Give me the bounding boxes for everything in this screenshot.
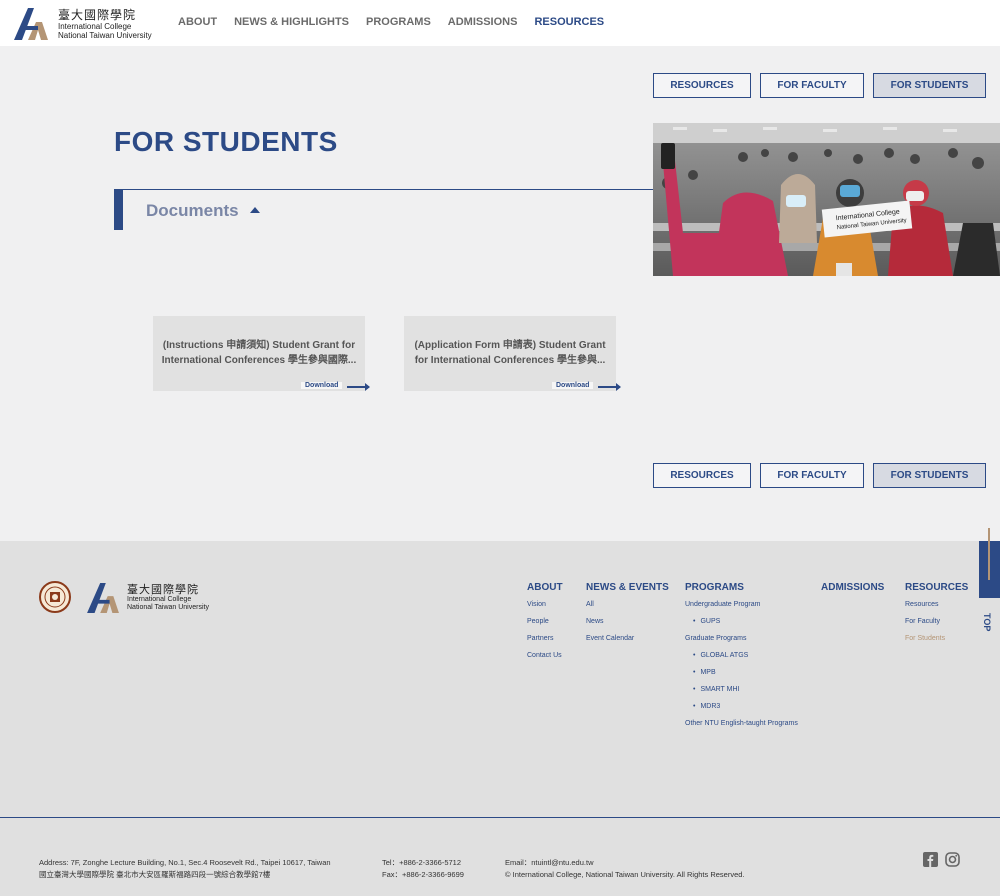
- tel: Tel：+886-2-3366-5712: [382, 858, 462, 867]
- address-en: Address: 7F, Zonghe Lecture Building, No…: [39, 858, 331, 867]
- address-cn: 國立臺灣大學國際學院 臺北市大安區羅斯福路四段一號綜合教學館7樓: [39, 870, 271, 879]
- section-accent-bar: [114, 189, 123, 230]
- caret-up-icon[interactable]: [250, 207, 260, 213]
- footer-link-smart-mhi[interactable]: SMART MHI: [685, 686, 798, 703]
- footer-divider: [0, 817, 1000, 818]
- footer-link-graduate[interactable]: Graduate Programs: [685, 635, 798, 652]
- logo-cn-text: 臺大國際學院: [58, 8, 137, 22]
- site-logo[interactable]: 臺大國際學院 International College National Ta…: [14, 6, 164, 42]
- tab-for-students-bottom[interactable]: FOR STUDENTS: [873, 463, 986, 488]
- footer-logo-en-line2: National Taiwan University: [127, 604, 209, 611]
- footer-col-about: ABOUT Vision People Partners Contact Us: [527, 582, 563, 669]
- site-header: 臺大國際學院 International College National Ta…: [0, 0, 1000, 46]
- card-title-line1: (Application Form 申請表) Student Grant: [414, 340, 606, 351]
- fax: Fax：+886-2-3366-9699: [382, 870, 464, 879]
- nav-news-highlights[interactable]: NEWS & HIGHLIGHTS: [234, 16, 349, 28]
- tab-resources-bottom[interactable]: RESOURCES: [653, 463, 751, 488]
- footer-link-gups[interactable]: GUPS: [685, 618, 798, 635]
- footer-link-news[interactable]: News: [586, 618, 669, 635]
- footer-head-admissions[interactable]: ADMISSIONS: [821, 582, 884, 593]
- download-label: Download: [552, 382, 594, 389]
- logo-mark-icon: [14, 8, 48, 40]
- arrow-right-icon: [598, 383, 621, 391]
- nav-about[interactable]: ABOUT: [178, 16, 217, 28]
- arrow-up-icon: [988, 528, 990, 580]
- footer-col-programs: PROGRAMS Undergraduate Program GUPS Grad…: [685, 582, 798, 737]
- footer-col-resources: RESOURCES Resources For Faculty For Stud…: [905, 582, 968, 652]
- footer-link-mdr3[interactable]: MDR3: [685, 703, 798, 720]
- footer-link-all[interactable]: All: [586, 601, 669, 618]
- footer-head-news-events[interactable]: NEWS & EVENTS: [586, 582, 669, 593]
- footer-head-resources[interactable]: RESOURCES: [905, 582, 968, 593]
- footer-contact: Email：ntuintl@ntu.edu.tw © International…: [505, 857, 745, 881]
- logo-en-line1: International College: [58, 22, 132, 31]
- tab-for-faculty-top[interactable]: FOR FACULTY: [760, 73, 864, 98]
- copyright: © International College, National Taiwan…: [505, 870, 745, 879]
- arrow-right-icon: [347, 383, 370, 391]
- card-title: (Application Form 申請表) Student Grant for…: [412, 338, 608, 368]
- seal-icon: [39, 581, 71, 613]
- footer-link-mpb[interactable]: MPB: [685, 669, 798, 686]
- main-nav: ABOUT NEWS & HIGHLIGHTS PROGRAMS ADMISSI…: [178, 16, 604, 28]
- footer-address: Address: 7F, Zonghe Lecture Building, No…: [39, 857, 331, 881]
- footer-phone: Tel：+886-2-3366-5712 Fax：+886-2-3366-969…: [382, 857, 464, 881]
- footer-link-contact-us[interactable]: Contact Us: [527, 652, 563, 669]
- section-divider: [123, 189, 653, 190]
- logo-en-line2: National Taiwan University: [58, 31, 152, 40]
- download-label: Download: [301, 382, 343, 389]
- card-title: (Instructions 申請須知) Student Grant for In…: [161, 338, 357, 368]
- documents-section-header[interactable]: Documents: [114, 189, 654, 230]
- facebook-icon[interactable]: [923, 852, 938, 867]
- footer-link-undergraduate[interactable]: Undergraduate Program: [685, 601, 798, 618]
- footer-logo-mark-icon: [87, 583, 119, 613]
- footer-col-admissions: ADMISSIONS: [821, 582, 884, 601]
- footer-link-for-faculty[interactable]: For Faculty: [905, 618, 968, 635]
- card-title-line2: International Conferences 學生參與國際...: [161, 355, 357, 366]
- footer-link-people[interactable]: People: [527, 618, 563, 635]
- nav-resources[interactable]: RESOURCES: [534, 16, 604, 28]
- tab-for-faculty-bottom[interactable]: FOR FACULTY: [760, 463, 864, 488]
- back-to-top-label[interactable]: TOP: [982, 613, 992, 631]
- page-title: FOR STUDENTS: [114, 126, 338, 157]
- card-title-line2: for International Conferences 學生參與...: [414, 355, 606, 366]
- footer-link-other-programs[interactable]: Other NTU English-taught Programs: [685, 720, 798, 737]
- students-photo: International College National Taiwan Un…: [653, 123, 1000, 276]
- card-title-line1: (Instructions 申請須知) Student Grant for: [162, 340, 356, 351]
- footer-link-partners[interactable]: Partners: [527, 635, 563, 652]
- footer-logo-en-line1: International College: [127, 596, 192, 603]
- documents-label: Documents: [146, 201, 239, 220]
- footer-link-global-atgs[interactable]: GLOBAL ATGS: [685, 652, 798, 669]
- instagram-icon[interactable]: [945, 852, 960, 867]
- nav-admissions[interactable]: ADMISSIONS: [448, 16, 518, 28]
- footer-link-for-students[interactable]: For Students: [905, 635, 968, 652]
- footer-logo-cn: 臺大國際學院: [127, 583, 199, 596]
- site-footer: 臺大國際學院 International College National Ta…: [0, 541, 1000, 896]
- footer-head-about[interactable]: ABOUT: [527, 582, 563, 593]
- nav-programs[interactable]: PROGRAMS: [366, 16, 431, 28]
- photo-illustration: International College National Taiwan Un…: [653, 123, 1000, 276]
- download-link-application-form[interactable]: Download: [552, 380, 622, 394]
- footer-link-event-calendar[interactable]: Event Calendar: [586, 635, 669, 652]
- footer-link-resources[interactable]: Resources: [905, 601, 968, 618]
- email[interactable]: Email：ntuintl@ntu.edu.tw: [505, 857, 745, 869]
- tab-for-students-top[interactable]: FOR STUDENTS: [873, 73, 986, 98]
- download-link-instructions[interactable]: Download: [301, 380, 371, 394]
- footer-col-news: NEWS & EVENTS All News Event Calendar: [586, 582, 669, 652]
- footer-head-programs[interactable]: PROGRAMS: [685, 582, 798, 593]
- footer-link-vision[interactable]: Vision: [527, 601, 563, 618]
- tab-resources-top[interactable]: RESOURCES: [653, 73, 751, 98]
